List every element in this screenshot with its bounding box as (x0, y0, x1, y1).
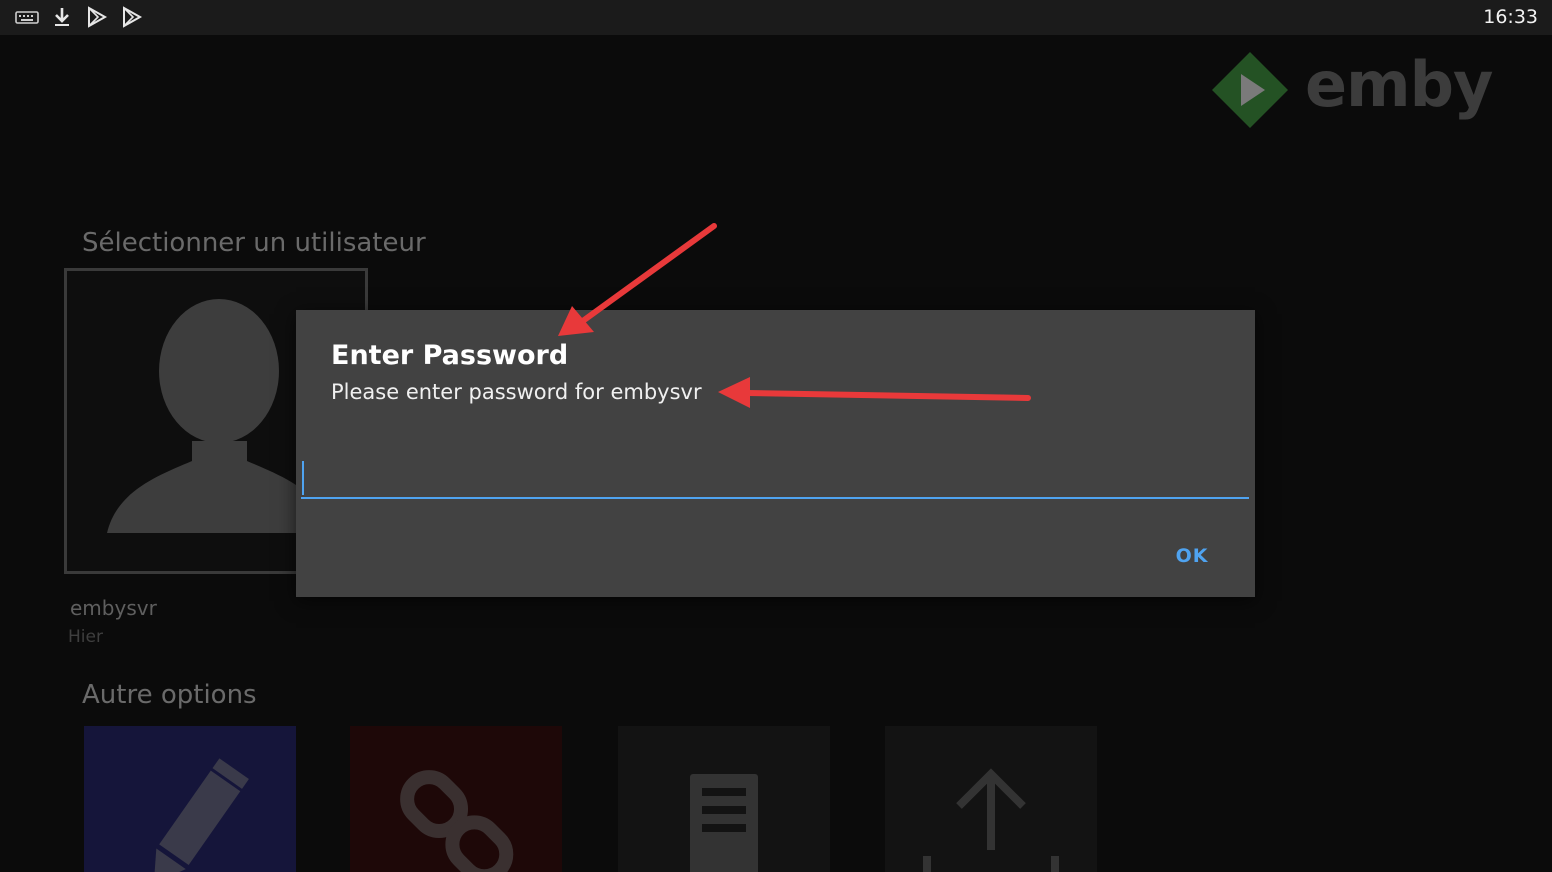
download-icon (55, 8, 69, 26)
option-tile-connect[interactable] (350, 726, 562, 872)
password-dialog: Enter Password Please enter password for… (296, 310, 1255, 597)
server-icon (690, 774, 758, 872)
clock: 16:33 (1483, 6, 1538, 28)
user-section-title: Sélectionner un utilisateur (82, 228, 426, 258)
link-icon (400, 770, 514, 872)
dialog-title: Enter Password (331, 340, 569, 371)
logo-text: emby (1305, 48, 1493, 121)
status-bar: 16:33 (0, 0, 1552, 35)
options-section-title: Autre options (82, 680, 257, 710)
play-store-icon (88, 6, 108, 28)
play-store-icon (123, 6, 143, 28)
option-tile-server[interactable] (618, 726, 830, 872)
text-caret (302, 461, 304, 495)
keyboard-icon (15, 11, 39, 24)
dialog-message: Please enter password for embysvr (331, 380, 702, 404)
user-name: embysvr (70, 596, 157, 620)
upload-icon (923, 768, 1059, 872)
option-tile-manual-login[interactable] (84, 726, 296, 872)
user-last-seen: Hier (68, 627, 103, 647)
ok-button[interactable]: OK (1162, 538, 1222, 574)
pencil-icon (153, 758, 249, 872)
password-input[interactable] (301, 457, 1249, 499)
option-tile-upload[interactable] (885, 726, 1097, 872)
